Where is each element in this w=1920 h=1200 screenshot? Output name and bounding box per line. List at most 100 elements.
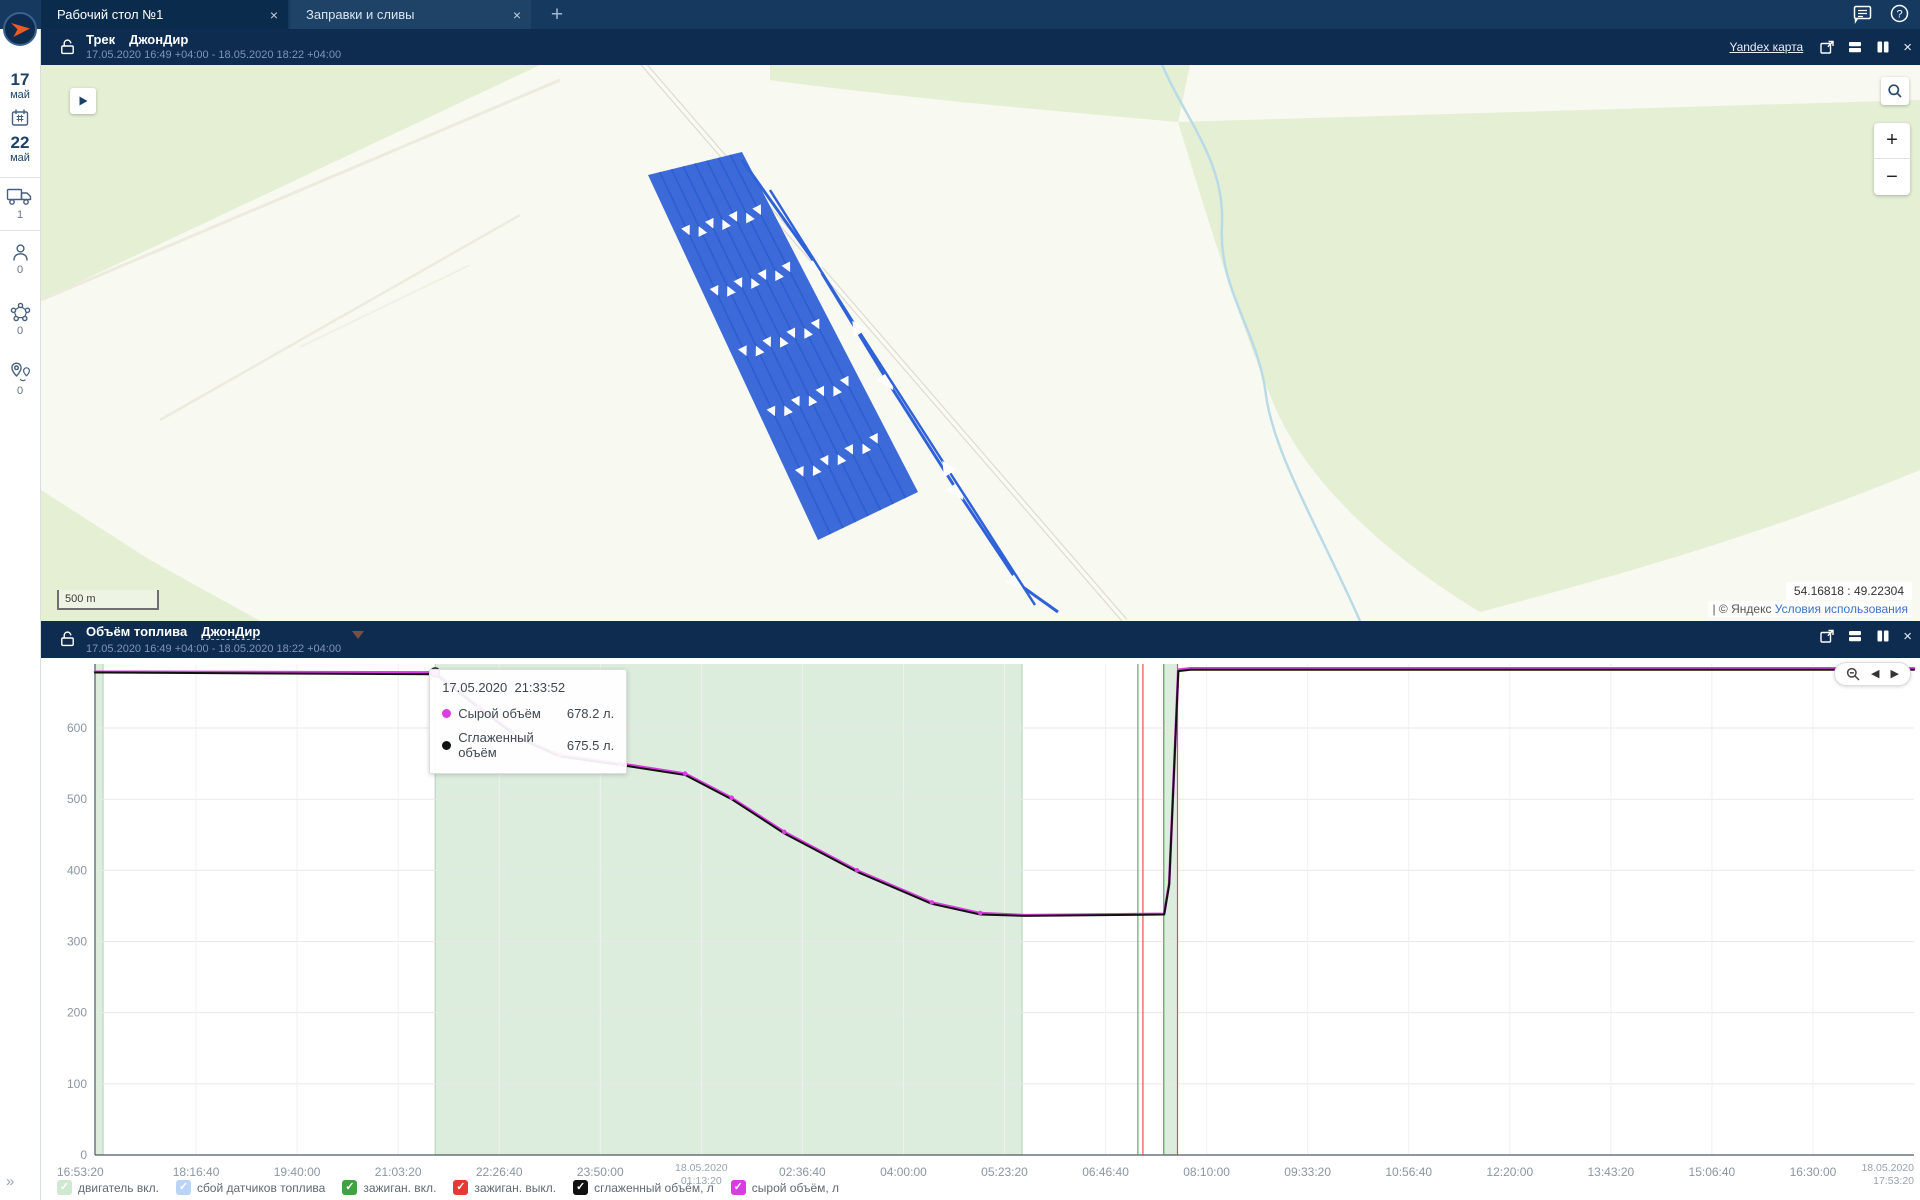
x-axis-label: 22:26:40 — [476, 1165, 523, 1179]
tab-bar: Рабочий стол №1 × Заправки и сливы × + ? — [0, 0, 1920, 29]
sidebar-item-vehicles[interactable]: 1 — [6, 187, 34, 221]
logo-arrow-icon — [7, 16, 33, 42]
legend-item-0[interactable]: ✓двигатель вкл. — [57, 1180, 159, 1195]
app-window: Рабочий стол №1 × Заправки и сливы × + ? — [0, 0, 1920, 1200]
legend-checkbox[interactable]: ✓ — [342, 1180, 357, 1195]
legend-checkbox[interactable]: ✓ — [453, 1180, 468, 1195]
tab-close-icon[interactable]: × — [270, 7, 278, 23]
date-to-month: май — [10, 152, 30, 165]
x-axis-label: 16:53:20 — [57, 1165, 104, 1179]
popout-icon[interactable] — [1819, 39, 1835, 55]
map-coordinates: 54.16818 : 49.22304 — [1786, 582, 1912, 600]
split-horizontal-icon[interactable] — [1847, 39, 1863, 55]
legend-checkbox[interactable]: ✓ — [176, 1180, 191, 1195]
app-logo[interactable] — [3, 12, 37, 46]
y-axis-label: 400 — [67, 863, 87, 877]
split-horizontal-icon[interactable] — [1847, 628, 1863, 644]
map-provider-link[interactable]: Yandex карта — [1729, 40, 1803, 54]
tab-desktop-1[interactable]: Рабочий стол №1 × — [41, 0, 288, 29]
chart-pan-left-button[interactable]: ◀ — [1871, 669, 1879, 680]
x-axis-label: 10:56:40 — [1385, 1165, 1432, 1179]
date-range-picker[interactable]: 17 май 22 май — [10, 71, 30, 165]
map-vehicle-link[interactable]: ДжонДир — [129, 33, 188, 46]
map-canvas[interactable] — [0, 65, 1920, 621]
x-axis-label: 04:00:00 — [880, 1165, 927, 1179]
legend-checkbox[interactable]: ✓ — [731, 1180, 746, 1195]
x-axis-label: 12:20:00 — [1486, 1165, 1533, 1179]
legend-checkbox[interactable]: ✓ — [57, 1180, 72, 1195]
close-panel-icon[interactable]: × — [1903, 628, 1912, 645]
fuel-chart: 010020030040050060016:53:2018:16:4019:40… — [0, 658, 1920, 1200]
y-axis-label: 200 — [67, 1006, 87, 1020]
legend-item-5[interactable]: ✓ сырой объём, л — [731, 1180, 839, 1195]
messages-icon[interactable] — [1852, 3, 1873, 24]
split-vertical-icon[interactable] — [1875, 628, 1891, 644]
x-axis-label: 23:50:00 — [577, 1165, 624, 1179]
chart-vehicle-link[interactable]: ДжонДир — [201, 625, 260, 640]
date-to-day: 22 — [11, 134, 30, 152]
map-attribution: | © Яндекс Условия использования — [1708, 601, 1912, 617]
smoothed-volume-dot-icon — [442, 741, 451, 750]
zoom-in-button[interactable]: + — [1874, 123, 1910, 159]
map-panel-title: Трек — [86, 33, 115, 46]
y-axis-label: 100 — [67, 1077, 87, 1091]
chart-pan-right-button[interactable]: ▶ — [1890, 669, 1898, 680]
groups-icon — [10, 302, 31, 323]
x-axis-label: 06:46:40 — [1082, 1165, 1129, 1179]
split-vertical-icon[interactable] — [1875, 39, 1891, 55]
raw-volume-dot-icon — [442, 709, 451, 718]
vehicles-count: 1 — [17, 209, 23, 221]
tab-refuels-drains[interactable]: Заправки и сливы × — [290, 0, 531, 29]
popout-icon[interactable] — [1819, 628, 1835, 644]
map-scale-bar: 500 m — [57, 590, 159, 610]
x-axis-label: 08:10:00 — [1183, 1165, 1230, 1179]
y-axis-label: 600 — [67, 721, 87, 735]
tab-label: Рабочий стол №1 — [57, 7, 260, 22]
terms-of-use-link[interactable]: Условия использования — [1775, 602, 1908, 616]
calendar-icon[interactable] — [10, 108, 30, 128]
chart-tooltip: 17.05.2020 21:33:52 Сырой объём 678.2 л.… — [429, 669, 627, 774]
chart-panel-header: Объём топлива ДжонДир 17.05.2020 16:49 +… — [0, 621, 1920, 658]
close-panel-icon[interactable]: × — [1903, 39, 1912, 56]
y-axis-label: 0 — [80, 1148, 87, 1162]
fuel-chart-plot[interactable]: 010020030040050060016:53:2018:16:4019:40… — [0, 658, 1920, 1200]
lock-icon[interactable] — [60, 630, 76, 646]
date-from-day: 17 — [11, 71, 30, 89]
legend-label: зажиган. вкл. — [363, 1181, 436, 1195]
chart-zoom-out-icon[interactable] — [1846, 667, 1860, 681]
svg-text:?: ? — [1896, 9, 1902, 21]
map-date-range: 17.05.2020 16:49 +04:00 - 18.05.2020 18:… — [86, 50, 341, 61]
legend-item-2[interactable]: ✓ зажиган. вкл. — [342, 1180, 436, 1195]
legend-item-3[interactable]: ✓ зажиган. выкл. — [453, 1180, 556, 1195]
y-axis-label: 300 — [67, 935, 87, 949]
legend-label: сырой объём, л — [752, 1181, 839, 1195]
sidebar-item-groups[interactable]: 0 — [10, 302, 31, 337]
x-axis-label: 05:23:20 — [981, 1165, 1028, 1179]
legend-checkbox[interactable]: ✓ — [573, 1180, 588, 1195]
legend-item-1[interactable]: ✓сбой датчиков топлива — [176, 1180, 325, 1195]
tab-close-icon[interactable]: × — [513, 7, 521, 23]
geozones-count: 0 — [17, 385, 23, 397]
vehicles-icon — [6, 187, 34, 207]
play-icon — [77, 95, 89, 107]
lock-icon[interactable] — [60, 38, 76, 54]
panel-resize-handle[interactable] — [352, 631, 364, 639]
date-from-month: май — [10, 89, 30, 102]
legend-label: сглаженный объём, л — [594, 1181, 714, 1195]
legend-item-4[interactable]: ✓ сглаженный объём, л — [573, 1180, 714, 1195]
x-axis-label: 18:16:40 — [173, 1165, 220, 1179]
sidebar-item-geozones[interactable]: 0 — [9, 361, 32, 397]
collapse-sidebar-chevron[interactable]: » — [6, 1173, 14, 1190]
legend-label: зажиган. выкл. — [474, 1181, 556, 1195]
tab-label: Заправки и сливы — [306, 7, 503, 22]
add-tab-button[interactable]: + — [542, 0, 572, 29]
x-axis-date-label: 18.05.2020 — [675, 1162, 728, 1174]
x-axis-label: 16:30:00 — [1790, 1165, 1837, 1179]
map-search-button[interactable] — [1881, 77, 1909, 105]
play-track-button[interactable] — [70, 88, 96, 114]
drivers-icon — [11, 243, 30, 262]
zoom-out-button[interactable]: − — [1874, 159, 1910, 195]
sidebar-item-drivers[interactable]: 0 — [11, 243, 30, 276]
help-icon[interactable]: ? — [1889, 3, 1910, 24]
engine-on-region — [95, 664, 103, 1155]
